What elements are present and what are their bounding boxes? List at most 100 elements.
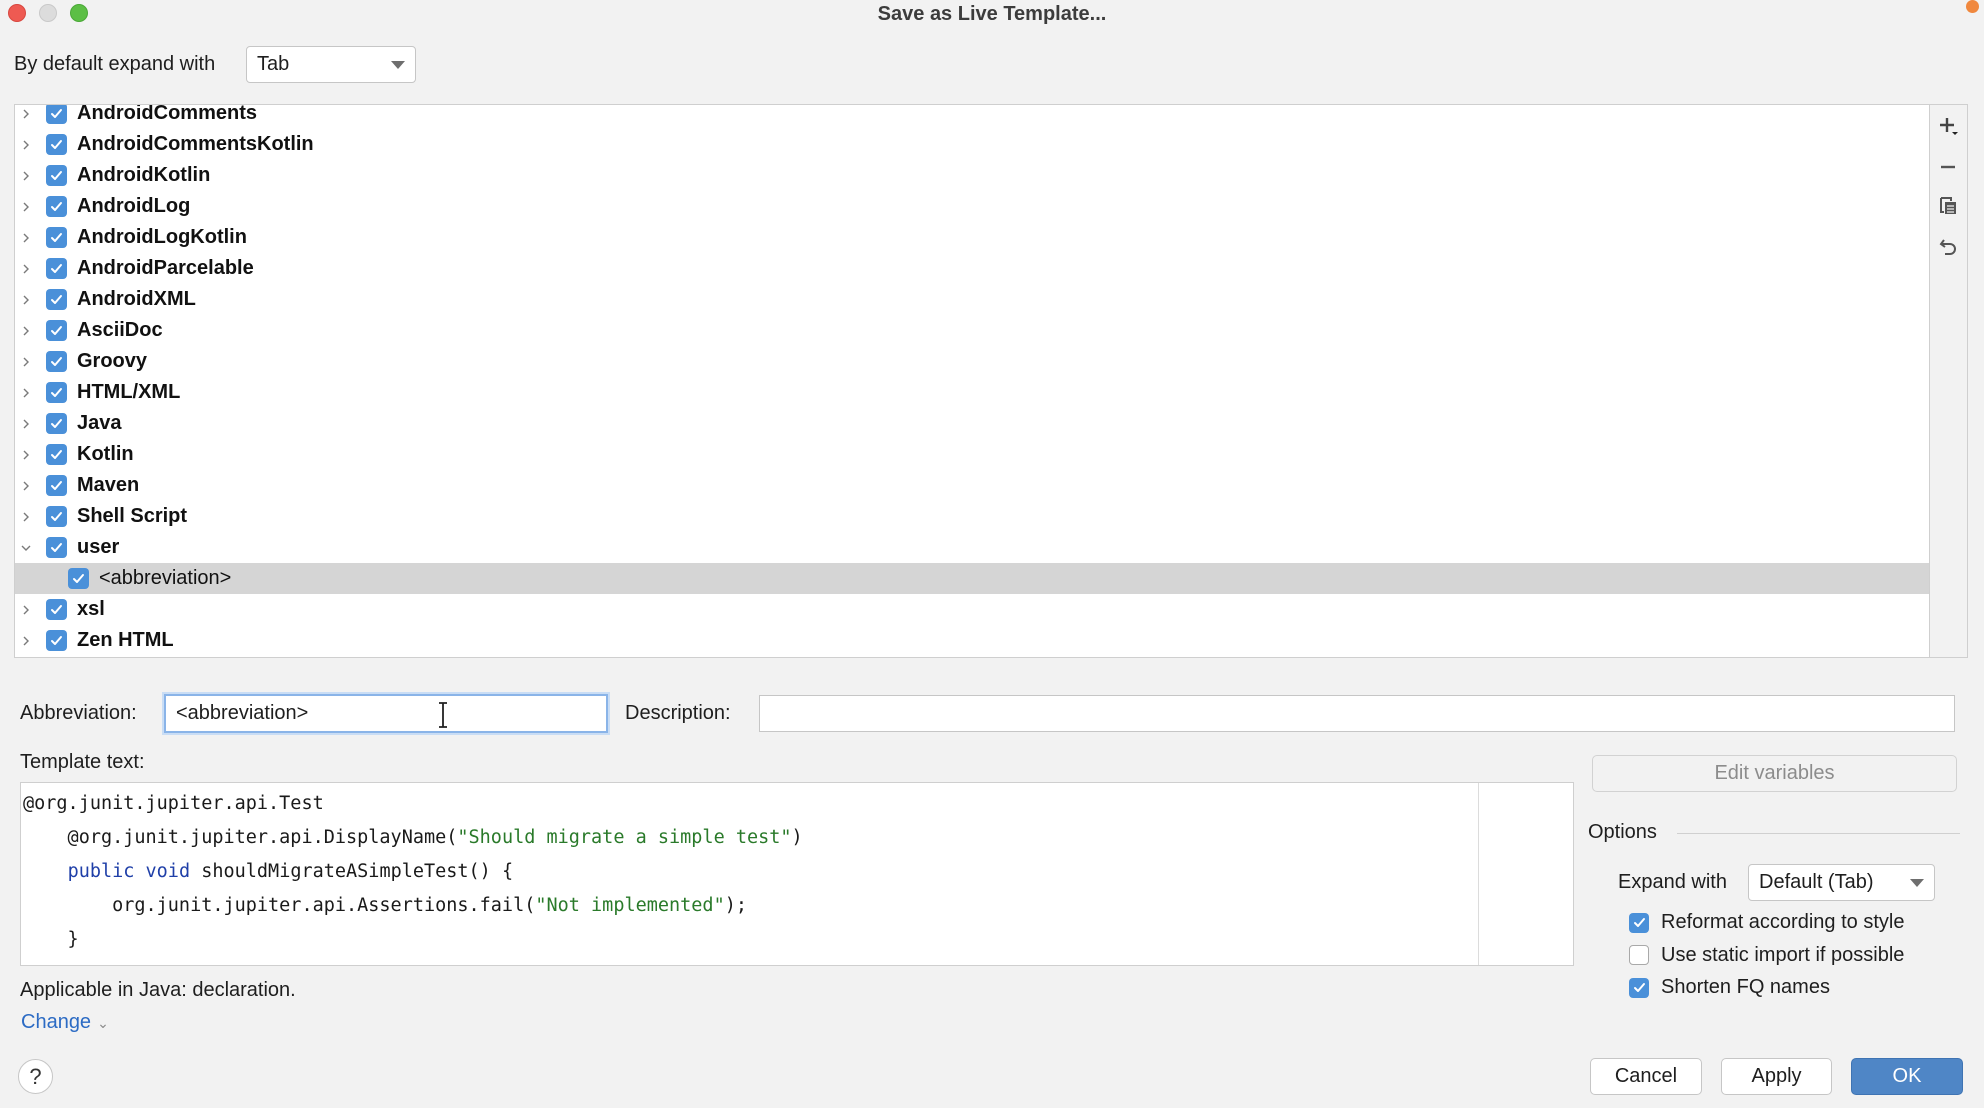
option-checkbox-label: Reformat according to style: [1661, 911, 1905, 933]
change-context-link[interactable]: Change ⌄: [21, 1011, 109, 1034]
default-expand-select[interactable]: Tab: [246, 46, 416, 83]
tree-row[interactable]: HTML/XML: [15, 377, 1929, 408]
templates-tree[interactable]: AndroidComments AndroidCommentsKotlin Andr…: [15, 105, 1929, 657]
option-checkbox-row[interactable]: Reformat according to style: [1629, 911, 1904, 934]
tree-checkbox[interactable]: [46, 630, 67, 651]
tree-row-label: Kotlin: [77, 443, 134, 465]
tree-row[interactable]: AndroidLogKotlin: [15, 222, 1929, 253]
code-keyword: public: [67, 861, 135, 882]
tree-row-label: AndroidParcelable: [77, 257, 254, 279]
maximize-window-button[interactable]: [70, 4, 88, 22]
chevron-down-icon: ⌄: [97, 1015, 109, 1031]
tree-checkbox[interactable]: [46, 320, 67, 341]
option-checkbox-row[interactable]: Shorten FQ names: [1629, 976, 1830, 999]
code-text: }: [23, 929, 79, 950]
tree-row[interactable]: AndroidCommentsKotlin: [15, 129, 1929, 160]
tree-checkbox[interactable]: [68, 568, 89, 589]
chevron-right-icon[interactable]: [18, 230, 34, 246]
chevron-down-icon[interactable]: [18, 540, 34, 556]
tree-row[interactable]: Groovy: [15, 346, 1929, 377]
expand-with-select[interactable]: Default (Tab): [1748, 864, 1935, 901]
tree-row[interactable]: AsciiDoc: [15, 315, 1929, 346]
chevron-right-icon[interactable]: [18, 168, 34, 184]
chevron-down-icon: [391, 61, 405, 69]
tree-checkbox[interactable]: [46, 599, 67, 620]
close-window-button[interactable]: [8, 4, 26, 22]
chevron-right-icon[interactable]: [18, 478, 34, 494]
tree-row[interactable]: Zen HTML: [15, 625, 1929, 656]
apply-button[interactable]: Apply: [1721, 1058, 1832, 1095]
help-button[interactable]: ?: [18, 1059, 53, 1094]
option-checkbox[interactable]: [1629, 912, 1649, 933]
tree-row[interactable]: AndroidXML: [15, 284, 1929, 315]
tree-checkbox[interactable]: [46, 506, 67, 527]
copy-icon[interactable]: [1938, 195, 1960, 217]
chevron-right-icon[interactable]: [18, 385, 34, 401]
code-line: }: [23, 923, 803, 957]
tree-row[interactable]: AndroidLog: [15, 191, 1929, 222]
restore-icon[interactable]: [1938, 236, 1960, 258]
chevron-right-icon[interactable]: [18, 447, 34, 463]
tree-row[interactable]: user: [15, 532, 1929, 563]
ok-button[interactable]: OK: [1851, 1058, 1963, 1095]
tree-checkbox[interactable]: [46, 105, 67, 124]
tree-checkbox[interactable]: [46, 227, 67, 248]
tree-row-label: user: [77, 536, 120, 558]
chevron-right-icon[interactable]: [18, 261, 34, 277]
tree-row-label: Maven: [77, 474, 140, 496]
tree-checkbox[interactable]: [46, 258, 67, 279]
tree-checkbox[interactable]: [46, 444, 67, 465]
abbreviation-input[interactable]: [164, 694, 608, 733]
tree-checkbox[interactable]: [46, 413, 67, 434]
option-checkbox[interactable]: [1629, 977, 1649, 998]
tree-row[interactable]: Java: [15, 408, 1929, 439]
tree-row[interactable]: Kotlin: [15, 439, 1929, 470]
option-checkbox[interactable]: [1629, 945, 1649, 965]
tree-row[interactable]: Maven: [15, 470, 1929, 501]
tree-checkbox[interactable]: [46, 165, 67, 186]
chevron-right-icon[interactable]: [18, 292, 34, 308]
tree-row[interactable]: Shell Script: [15, 501, 1929, 532]
tree-checkbox[interactable]: [46, 134, 67, 155]
tree-row[interactable]: AndroidParcelable: [15, 253, 1929, 284]
default-expand-value: Tab: [257, 53, 290, 75]
cancel-button[interactable]: Cancel: [1590, 1058, 1702, 1095]
option-checkbox-row[interactable]: Use static import if possible: [1629, 944, 1904, 967]
tree-row[interactable]: xsl: [15, 594, 1929, 625]
tree-checkbox[interactable]: [46, 475, 67, 496]
template-code: @org.junit.jupiter.api.Test @org.junit.j…: [23, 787, 803, 957]
tree-checkbox[interactable]: [46, 382, 67, 403]
chevron-right-icon[interactable]: [18, 323, 34, 339]
tree-checkbox[interactable]: [46, 196, 67, 217]
chevron-right-icon[interactable]: [18, 602, 34, 618]
tree-row[interactable]: AndroidComments: [15, 105, 1929, 129]
tree-checkbox[interactable]: [46, 289, 67, 310]
tree-row[interactable]: AndroidKotlin: [15, 160, 1929, 191]
option-checkbox-label: Use static import if possible: [1661, 943, 1905, 966]
description-input[interactable]: [759, 695, 1955, 732]
tree-row-label: xsl: [77, 598, 105, 620]
chevron-right-icon[interactable]: [18, 106, 34, 122]
chevron-right-icon[interactable]: [18, 137, 34, 153]
tree-row-label: AndroidCommentsKotlin: [77, 133, 314, 155]
tree-row-label: Zen HTML: [77, 629, 174, 651]
default-expand-label: By default expand with: [14, 53, 216, 75]
tree-checkbox[interactable]: [46, 351, 67, 372]
chevron-right-icon[interactable]: [18, 509, 34, 525]
chevron-right-icon[interactable]: [18, 416, 34, 432]
abbreviation-label: Abbreviation:: [20, 702, 137, 724]
chevron-down-icon: [1910, 879, 1924, 887]
chevron-right-icon[interactable]: [18, 199, 34, 215]
minimize-window-button[interactable]: [39, 4, 57, 22]
add-icon[interactable]: [1938, 116, 1960, 138]
tree-row[interactable]: <abbreviation>: [15, 563, 1929, 594]
edit-variables-button[interactable]: Edit variables: [1592, 755, 1957, 792]
window-title: Save as Live Template...: [877, 3, 1107, 25]
notification-dot-icon: [1966, 0, 1979, 13]
options-divider: [1677, 833, 1960, 834]
chevron-right-icon[interactable]: [18, 633, 34, 649]
chevron-right-icon[interactable]: [18, 354, 34, 370]
template-text-editor[interactable]: @org.junit.jupiter.api.Test @org.junit.j…: [20, 782, 1574, 966]
tree-checkbox[interactable]: [46, 537, 67, 558]
remove-icon[interactable]: [1938, 156, 1960, 178]
